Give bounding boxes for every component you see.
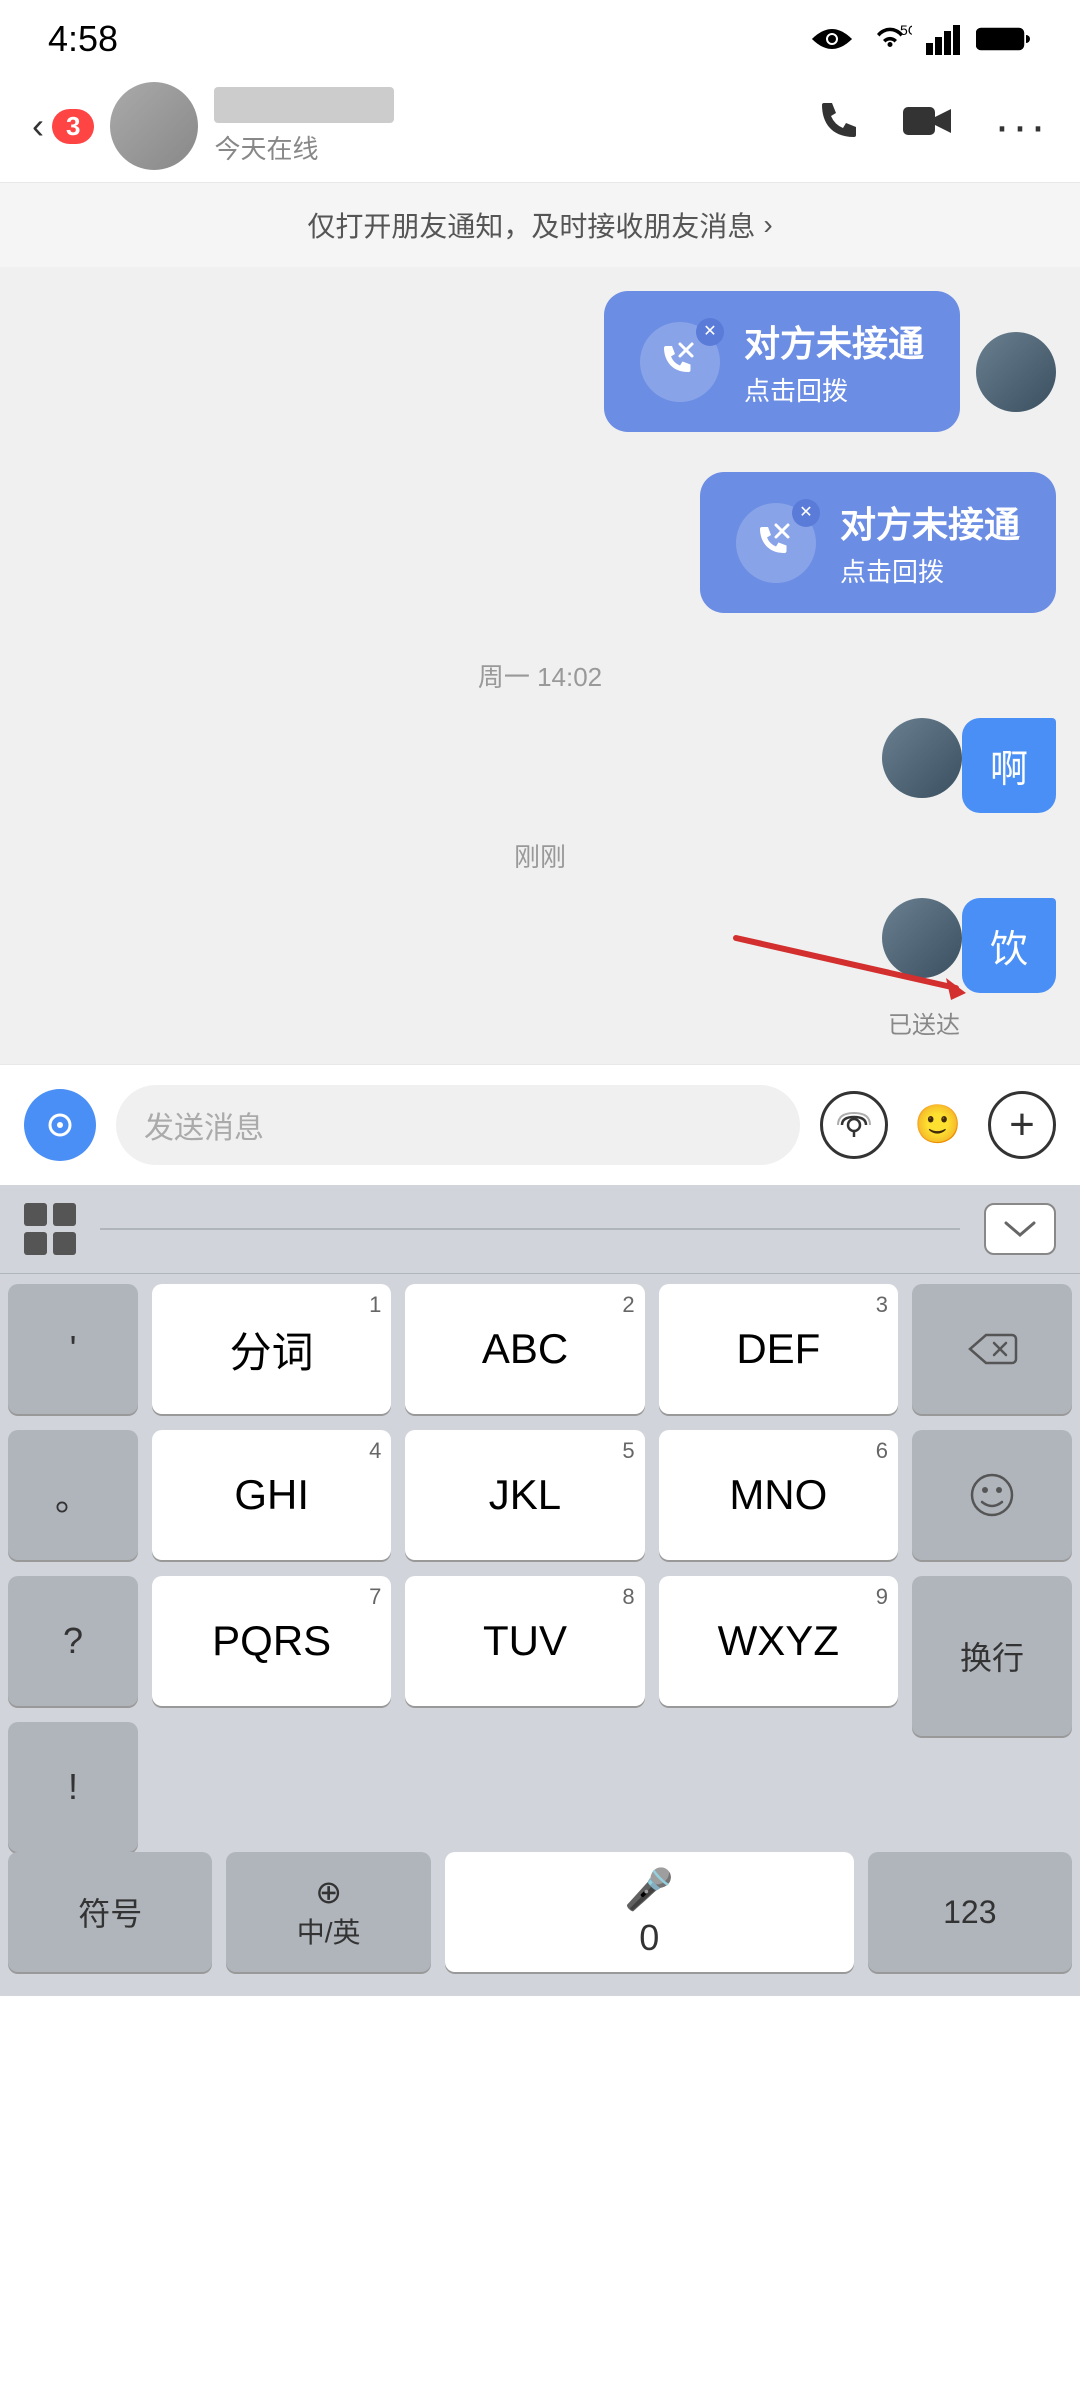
input-bar: 发送消息 🙂 + xyxy=(0,1064,1080,1185)
voice-button[interactable] xyxy=(24,1089,96,1161)
wifi-icon: 5G xyxy=(868,23,912,55)
key-123[interactable]: 123 xyxy=(868,1852,1072,1972)
key-language-label: 中/英 xyxy=(297,1911,361,1951)
key-space-num: 0 xyxy=(639,1917,659,1959)
key-3-def[interactable]: 3 DEF xyxy=(659,1284,898,1414)
key-row-1: 1 分词 2 ABC 3 DEF xyxy=(152,1284,898,1414)
missed-call-sub-2: 点击回拨 xyxy=(840,552,1020,589)
key-language[interactable]: ⊕ 中/英 xyxy=(226,1852,430,1972)
phone-call-icon[interactable] xyxy=(814,97,862,155)
input-actions: 🙂 + xyxy=(820,1091,1056,1159)
chat-header: ‹ 3 今天在线 ··· xyxy=(0,70,1080,183)
key-2-abc[interactable]: 2 ABC xyxy=(405,1284,644,1414)
notif-text: 仅打开朋友通知，及时接收朋友消息 xyxy=(307,205,755,245)
key-space[interactable]: 🎤 0 xyxy=(445,1852,854,1972)
key-9-wxyz[interactable]: 9 WXYZ xyxy=(659,1576,898,1706)
back-button[interactable]: ‹ 3 xyxy=(32,105,94,147)
key-1-fensi[interactable]: 1 分词 xyxy=(152,1284,391,1414)
missed-call-text-2: 对方未接通 点击回拨 xyxy=(840,496,1020,589)
key-language-globe: ⊕ xyxy=(315,1873,342,1911)
timestamp-2: 刚刚 xyxy=(24,837,1056,874)
key-exclamation[interactable]: ! xyxy=(8,1722,138,1852)
key-6-mno[interactable]: 6 MNO xyxy=(659,1430,898,1560)
missed-call-row-1[interactable]: 对方未接通 点击回拨 xyxy=(24,291,1056,452)
keyboard-collapse-button[interactable] xyxy=(984,1203,1056,1255)
notif-arrow-icon: › xyxy=(763,209,772,241)
contact-status: 今天在线 xyxy=(214,129,814,166)
missed-call-row-2[interactable]: 对方未接通 点击回拨 xyxy=(24,472,1056,633)
plus-button[interactable]: + xyxy=(988,1091,1056,1159)
missed-call-main-1: 对方未接通 xyxy=(744,315,924,367)
contact-info: 今天在线 xyxy=(214,87,814,166)
key-8-tuv[interactable]: 8 TUV xyxy=(405,1576,644,1706)
key-backspace[interactable] xyxy=(912,1284,1072,1414)
left-special-column: ' 。 ? ! xyxy=(8,1284,138,1852)
key-7-pqrs[interactable]: 7 PQRS xyxy=(152,1576,391,1706)
message-sent-status: 已送达 xyxy=(24,1005,960,1040)
key-row-3: 7 PQRS 8 TUV 9 WXYZ xyxy=(152,1576,898,1706)
message-bubble-1[interactable]: 啊 xyxy=(962,718,1056,813)
key-123-label: 123 xyxy=(943,1894,996,1931)
message-bubble-2[interactable]: 饮 xyxy=(962,898,1056,993)
key-symbols[interactable]: 符号 xyxy=(8,1852,212,1972)
notification-banner[interactable]: 仅打开朋友通知，及时接收朋友消息 › xyxy=(0,183,1080,267)
eye-icon xyxy=(810,23,854,55)
signal-icon xyxy=(926,23,962,55)
missed-call-icon-1 xyxy=(640,322,720,402)
contact-name-blur xyxy=(214,87,394,123)
message-row-2: 饮 xyxy=(24,898,1056,993)
emoji-button[interactable]: 🙂 xyxy=(904,1091,972,1159)
chat-area: 对方未接通 点击回拨 对方未接通 点击回拨 周一 14:02 啊 xyxy=(0,267,1080,1064)
mic-icon: 🎤 xyxy=(624,1866,674,1913)
header-actions: ··· xyxy=(814,97,1048,155)
message-drink-container: 饮 xyxy=(24,898,1056,993)
key-enter[interactable]: 换行 xyxy=(912,1576,1072,1736)
main-keys-area: 1 分词 2 ABC 3 DEF 4 GHI 5 xyxy=(152,1284,898,1852)
keyboard: ' 。 ? ! 1 分词 2 ABC 3 DEF xyxy=(0,1185,1080,1996)
missed-call-main-2: 对方未接通 xyxy=(840,496,1020,548)
right-special-column: 换行 xyxy=(912,1284,1072,1852)
status-time: 4:58 xyxy=(48,18,118,60)
video-call-icon[interactable] xyxy=(902,101,954,151)
back-arrow-icon: ‹ xyxy=(32,105,44,147)
keyboard-bottom-row: 符号 ⊕ 中/英 🎤 0 123 xyxy=(0,1852,1080,1996)
missed-call-icon-2 xyxy=(736,503,816,583)
keyboard-divider xyxy=(100,1228,960,1230)
key-apostrophe[interactable]: ' xyxy=(8,1284,138,1414)
keyboard-main-grid: ' 。 ? ! 1 分词 2 ABC 3 DEF xyxy=(0,1274,1080,1852)
message-row-1: 啊 xyxy=(24,718,1056,813)
key-row-2: 4 GHI 5 JKL 6 MNO xyxy=(152,1430,898,1560)
key-period[interactable]: 。 xyxy=(8,1430,138,1560)
key-5-jkl[interactable]: 5 JKL xyxy=(405,1430,644,1560)
message-avatar-2 xyxy=(882,898,962,978)
input-placeholder: 发送消息 xyxy=(144,1112,264,1145)
key-emoji-keyboard[interactable] xyxy=(912,1430,1072,1560)
keyboard-top-bar xyxy=(0,1185,1080,1274)
svg-text:5G: 5G xyxy=(900,23,912,38)
key-4-ghi[interactable]: 4 GHI xyxy=(152,1430,391,1560)
user-avatar-1 xyxy=(976,332,1056,412)
unread-badge: 3 xyxy=(52,109,94,144)
contact-avatar xyxy=(110,82,198,170)
battery-icon xyxy=(976,25,1032,53)
status-bar: 4:58 5G xyxy=(0,0,1080,70)
key-symbols-label: 符号 xyxy=(78,1889,142,1935)
more-options-icon[interactable]: ··· xyxy=(994,99,1048,154)
missed-call-sub-1: 点击回拨 xyxy=(744,371,924,408)
message-avatar-1 xyxy=(882,718,962,798)
missed-call-text-1: 对方未接通 点击回拨 xyxy=(744,315,924,408)
status-icons: 5G xyxy=(810,23,1032,55)
missed-call-bubble-2[interactable]: 对方未接通 点击回拨 xyxy=(700,472,1056,613)
timestamp-1: 周一 14:02 xyxy=(24,657,1056,694)
soundwave-button[interactable] xyxy=(820,1091,888,1159)
missed-call-bubble-1[interactable]: 对方未接通 点击回拨 xyxy=(604,291,960,432)
message-input[interactable]: 发送消息 xyxy=(116,1085,800,1165)
key-question[interactable]: ? xyxy=(8,1576,138,1706)
keyboard-grid-icon[interactable] xyxy=(24,1203,76,1255)
